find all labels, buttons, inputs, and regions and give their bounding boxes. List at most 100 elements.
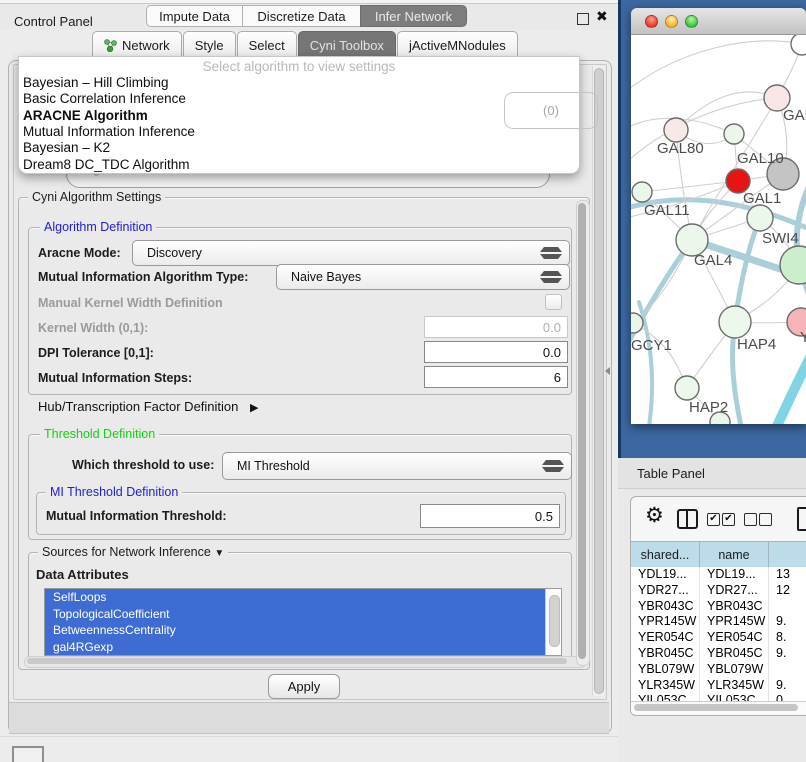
node-gal1[interactable] bbox=[747, 205, 773, 231]
hub-definition-toggle[interactable]: Hub/Transcription Factor Definition ▶ bbox=[38, 399, 258, 414]
minimize-traffic-light[interactable] bbox=[665, 15, 678, 28]
table-panel-title: Table Panel bbox=[637, 466, 705, 481]
columns-icon[interactable] bbox=[677, 509, 698, 529]
network-tab-icon bbox=[104, 39, 117, 52]
settings-vscrollbar-thumb[interactable] bbox=[578, 203, 586, 659]
node-label: GAL10 bbox=[737, 150, 784, 167]
table-hscrollbar[interactable] bbox=[631, 701, 806, 714]
node-label: GAL1 bbox=[743, 190, 781, 207]
node-hap4[interactable] bbox=[719, 306, 751, 338]
list-item[interactable]: gal4RGexp bbox=[53, 639, 113, 656]
dropdown-item[interactable]: Dream8 DC_TDC Algorithm bbox=[23, 157, 190, 173]
column-header[interactable] bbox=[769, 542, 806, 568]
tab-discretize-data[interactable]: Discretize Data bbox=[242, 5, 361, 27]
which-threshold-label: Which threshold to use: bbox=[72, 458, 214, 472]
table-row[interactable]: YBR043CYBR043C bbox=[631, 599, 806, 615]
panel-scrollbar[interactable] bbox=[592, 66, 604, 696]
kernel-width-field[interactable] bbox=[424, 316, 568, 338]
network-graph[interactable]: GAL GAL80 GAL10 GAL11 GAL1 SWI4 GAL4 GCY… bbox=[631, 34, 806, 424]
settings-vscrollbar[interactable] bbox=[576, 200, 590, 666]
node-label: GAL bbox=[783, 107, 806, 124]
dropdown-item[interactable]: Basic Correlation Inference bbox=[23, 91, 186, 107]
table-row[interactable]: YDR27...YDR27...12 bbox=[631, 583, 806, 599]
column-header[interactable]: name bbox=[700, 542, 769, 568]
expand-arrow-icon: ▶ bbox=[250, 402, 258, 414]
node-label: GAL4 bbox=[694, 252, 732, 269]
panel-divider-arrow-icon[interactable] bbox=[605, 367, 610, 375]
apply-button[interactable]: Apply bbox=[268, 674, 340, 699]
dropdown-item[interactable]: Mutual Information Inference bbox=[23, 124, 195, 140]
close-traffic-light[interactable] bbox=[645, 15, 658, 28]
unchecked-checkbox-icon[interactable] bbox=[744, 513, 757, 526]
node-gal11[interactable] bbox=[632, 182, 652, 202]
list-scrollbar[interactable] bbox=[545, 589, 561, 655]
table-row[interactable]: YPR145WYPR145W9. bbox=[631, 614, 806, 630]
settings-hscrollbar-thumb[interactable] bbox=[27, 658, 567, 664]
table-hscrollbar-thumb[interactable] bbox=[634, 704, 798, 711]
combo-stepper-icon bbox=[526, 247, 562, 259]
dropdown-item-selected[interactable]: ARACNE Algorithm bbox=[23, 108, 148, 124]
gear-icon[interactable]: ⚙ bbox=[645, 503, 664, 528]
node[interactable] bbox=[724, 124, 744, 144]
mi-type-label: Mutual Information Algorithm Type: bbox=[38, 270, 248, 284]
node-label: GAL11 bbox=[644, 202, 690, 219]
list-item[interactable]: BetweennessCentrality bbox=[53, 622, 176, 639]
settings-hscrollbar[interactable] bbox=[24, 656, 586, 668]
table-row[interactable]: YER054CYER054C8. bbox=[631, 630, 806, 646]
list-item[interactable]: TopologicalCoefficient bbox=[53, 606, 170, 623]
sources-group-title: Sources for Network Inference ▼ bbox=[38, 545, 228, 559]
list-scrollbar-thumb[interactable] bbox=[549, 595, 560, 647]
manual-kernel-checkbox[interactable] bbox=[545, 294, 562, 310]
unchecked-checkbox-icon[interactable] bbox=[759, 513, 772, 526]
minimized-panel-icon[interactable] bbox=[12, 746, 44, 762]
mi-steps-field[interactable] bbox=[424, 366, 568, 388]
close-icon[interactable]: ✖ bbox=[596, 8, 608, 25]
list-item[interactable]: SelfLoops bbox=[53, 589, 106, 606]
table-row[interactable]: YBR045CYBR045C9. bbox=[631, 646, 806, 662]
network-window-titlebar[interactable] bbox=[631, 8, 806, 35]
data-attributes-list[interactable]: SelfLoops TopologicalCoefficient Between… bbox=[44, 588, 562, 656]
threshold-definition-title: Threshold Definition bbox=[40, 427, 159, 441]
table-row[interactable]: YDL19...YDL19...13 bbox=[631, 567, 806, 583]
node[interactable] bbox=[664, 118, 688, 142]
aracne-mode-label: Aracne Mode: bbox=[38, 246, 121, 260]
node-hap2[interactable] bbox=[675, 376, 699, 400]
aracne-mode-select[interactable]: Discovery bbox=[132, 240, 570, 266]
table-window: ⚙ ✔ ✔ shared... name YDL19...YDL19...13 … bbox=[630, 496, 806, 716]
network-window[interactable]: GAL GAL80 GAL10 GAL11 GAL1 SWI4 GAL4 GCY… bbox=[631, 8, 806, 424]
mi-threshold-field[interactable] bbox=[420, 504, 560, 528]
mi-type-select[interactable]: Naive Bayes bbox=[276, 264, 570, 290]
which-threshold-select[interactable]: MI Threshold bbox=[222, 452, 572, 480]
float-window-icon[interactable] bbox=[577, 13, 589, 25]
settings-group-title: Cyni Algorithm Settings bbox=[28, 190, 165, 204]
mi-threshold-group-title: MI Threshold Definition bbox=[46, 485, 182, 499]
dpi-tolerance-field[interactable] bbox=[424, 341, 568, 363]
table-row[interactable]: YIL053CYIL053C0. bbox=[631, 693, 806, 701]
node[interactable] bbox=[791, 34, 806, 55]
checked-checkbox-icon[interactable]: ✔ bbox=[707, 513, 720, 526]
zoom-traffic-light[interactable] bbox=[685, 15, 698, 28]
document-icon[interactable] bbox=[797, 507, 806, 531]
data-attributes-label: Data Attributes bbox=[36, 567, 129, 582]
node-label: GCY1 bbox=[631, 337, 672, 354]
tab-impute-data[interactable]: Impute Data bbox=[146, 5, 243, 27]
combo-stepper-icon bbox=[526, 271, 562, 283]
node-label: HAP2 bbox=[689, 399, 728, 416]
table-body[interactable]: YDL19...YDL19...13 YDR27...YDR27...12 YB… bbox=[631, 567, 806, 701]
dropdown-item[interactable]: Bayesian – Hill Climbing bbox=[23, 75, 169, 91]
dropdown-item[interactable]: Bayesian – K2 bbox=[23, 140, 110, 156]
manual-kernel-label: Manual Kernel Width Definition bbox=[38, 296, 223, 310]
checked-checkbox-icon[interactable]: ✔ bbox=[722, 513, 735, 526]
node[interactable] bbox=[780, 246, 806, 284]
result-count-badge: (0) bbox=[504, 92, 598, 129]
tab-infer-network[interactable]: Infer Network bbox=[360, 5, 467, 27]
table-row[interactable]: YBL079WYBL079W bbox=[631, 662, 806, 678]
column-header[interactable]: shared... bbox=[631, 542, 700, 568]
table-row[interactable]: YLR345WYLR345W9. bbox=[631, 678, 806, 694]
node-label: SWI4 bbox=[762, 230, 799, 247]
collapse-arrow-icon[interactable]: ▼ bbox=[214, 548, 224, 559]
dpi-tolerance-label: DPI Tolerance [0,1]: bbox=[38, 346, 154, 360]
combo-stepper-icon bbox=[528, 460, 564, 472]
panel-scrollbar-thumb[interactable] bbox=[594, 68, 604, 694]
algorithm-dropdown-list[interactable]: Select algorithm to view settings Bayesi… bbox=[18, 56, 580, 174]
